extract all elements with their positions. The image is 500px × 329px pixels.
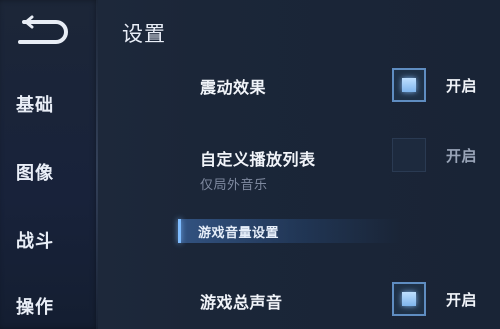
- master-sound-state-label: 开启: [446, 291, 478, 309]
- sidebar-item-graphics[interactable]: 图像: [0, 152, 98, 192]
- page-title: 设置: [122, 22, 166, 46]
- section-header-game-volume: 游戏音量设置: [178, 219, 400, 243]
- checkbox-checked-mark: [402, 292, 416, 306]
- master-sound-label: 游戏总声音: [200, 293, 283, 312]
- custom-playlist-state-label: 开启: [446, 147, 478, 165]
- custom-playlist-sublabel: 仅局外音乐: [200, 178, 268, 193]
- sidebar-item-label: 图像: [16, 163, 54, 184]
- section-header-title: 游戏音量设置: [198, 226, 280, 241]
- sidebar-item-label: 基础: [16, 95, 54, 116]
- vibration-checkbox[interactable]: [392, 68, 426, 102]
- back-button[interactable]: [10, 14, 70, 50]
- sidebar-item-controls[interactable]: 操作: [0, 286, 98, 326]
- custom-playlist-label: 自定义播放列表: [200, 150, 316, 169]
- master-sound-checkbox[interactable]: [392, 282, 426, 316]
- checkbox-checked-mark: [402, 78, 416, 92]
- vibration-state-label: 开启: [446, 77, 478, 95]
- vibration-label: 震动效果: [200, 78, 267, 97]
- custom-playlist-checkbox[interactable]: [392, 138, 426, 172]
- sidebar-item-label: 战斗: [16, 231, 54, 252]
- sidebar-item-combat[interactable]: 战斗: [0, 220, 98, 260]
- sidebar: 基础 图像 战斗 操作: [0, 0, 98, 329]
- sidebar-item-basic[interactable]: 基础: [0, 84, 98, 124]
- settings-screen: 基础 图像 战斗 操作 设置 震动效果 开启 自定义播放列表 仅局外音乐 开启 …: [0, 0, 500, 329]
- sidebar-item-label: 操作: [16, 297, 54, 318]
- back-arrow-icon: [18, 15, 68, 44]
